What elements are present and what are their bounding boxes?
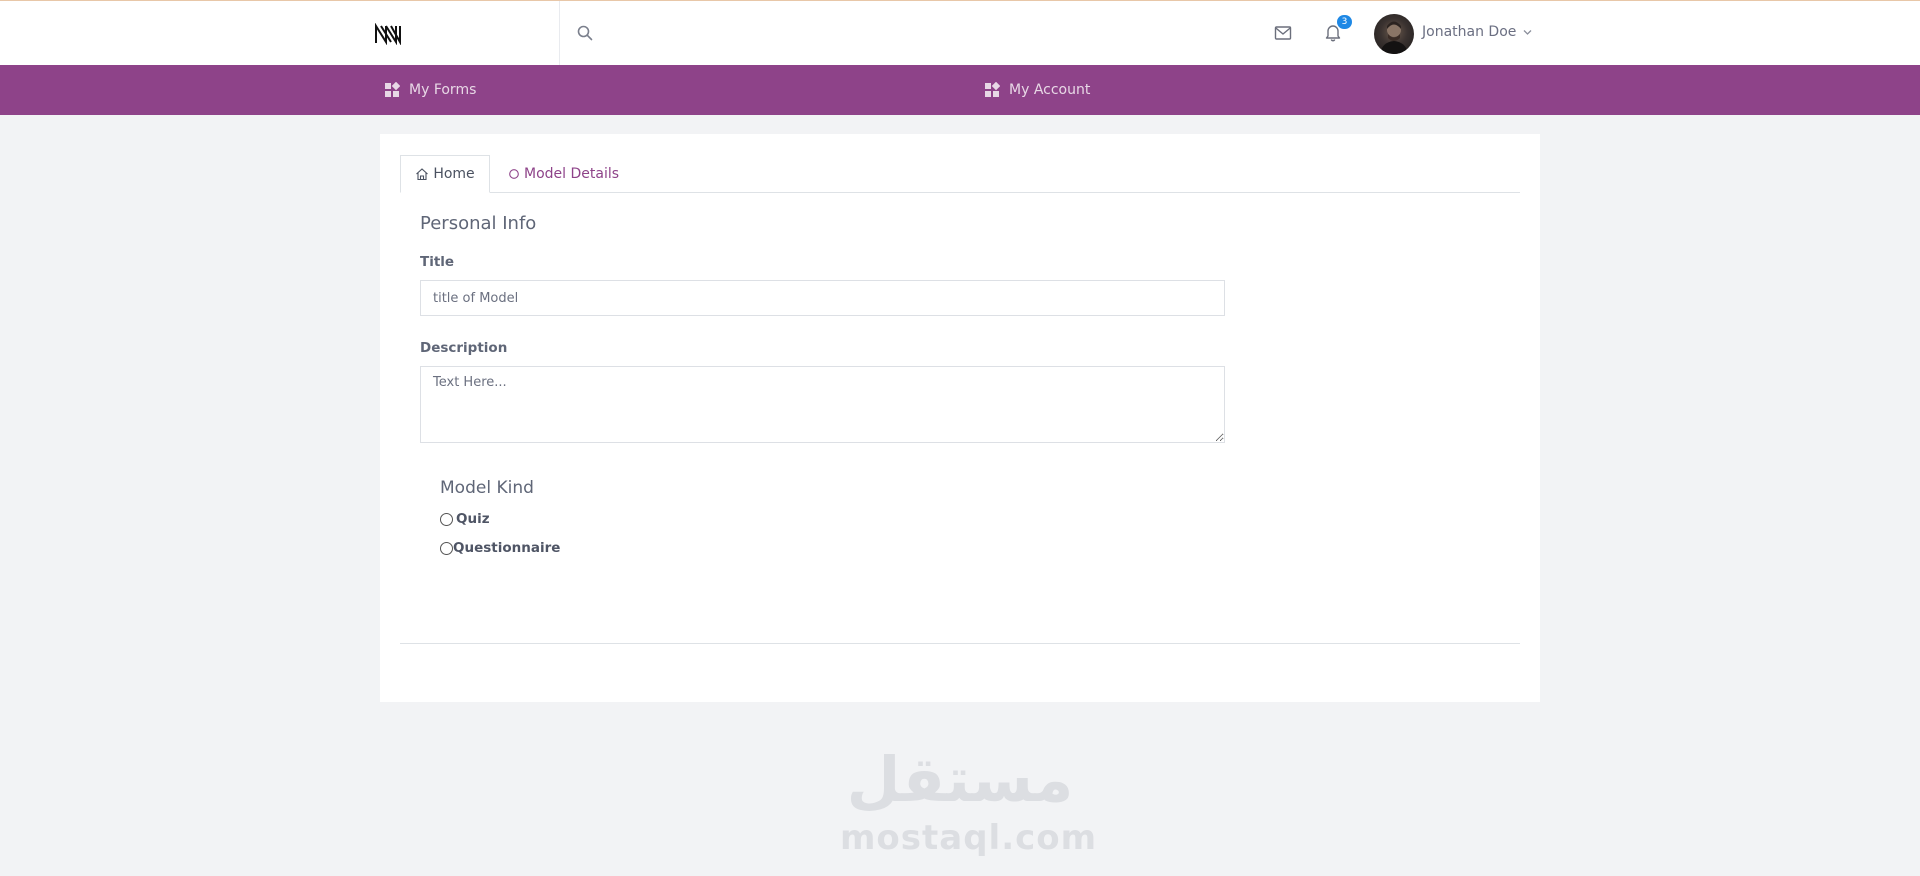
nav-item-label: My Account xyxy=(1009,82,1091,98)
nav-item-my-account[interactable]: My Account xyxy=(984,80,1090,100)
circle-icon xyxy=(509,169,519,179)
nav-item-label: My Forms xyxy=(409,82,477,98)
nav-item-my-forms[interactable]: My Forms xyxy=(384,80,476,100)
user-name[interactable]: Jonathan Doe xyxy=(1422,24,1516,40)
title-input[interactable] xyxy=(420,280,1225,316)
watermark-logo: مستقل xyxy=(846,743,1074,816)
radio-label: Questionnaire xyxy=(453,540,561,556)
section-title: Personal Info xyxy=(420,213,537,234)
main-nav: My Forms My Account xyxy=(0,65,1920,115)
kind-option-quiz[interactable]: Quiz xyxy=(440,511,490,527)
kind-option-questionnaire[interactable]: Questionnaire xyxy=(440,540,560,556)
mail-icon[interactable] xyxy=(1274,25,1292,41)
model-kind-title: Model Kind xyxy=(440,478,534,498)
title-label: Title xyxy=(420,254,455,270)
logo-icon[interactable] xyxy=(374,23,402,45)
header-divider xyxy=(559,1,560,65)
form-card: Home Model Details Personal Info Title D… xyxy=(380,134,1540,702)
tab-home[interactable]: Home xyxy=(400,155,490,193)
tab-model-details[interactable]: Model Details xyxy=(508,155,619,193)
tab-label: Model Details xyxy=(524,166,620,182)
card-footer-divider xyxy=(400,643,1520,644)
radio-button[interactable] xyxy=(440,512,453,526)
home-icon xyxy=(416,168,429,181)
dashboard-icon xyxy=(985,82,1000,97)
search-icon[interactable] xyxy=(576,24,594,42)
radio-label: Quiz xyxy=(456,511,490,527)
tab-label: Home xyxy=(433,166,475,182)
watermark-text: mostaql.com xyxy=(840,818,1098,858)
avatar[interactable] xyxy=(1374,14,1414,54)
dashboard-icon xyxy=(385,82,400,97)
description-textarea[interactable] xyxy=(420,366,1225,443)
description-label: Description xyxy=(420,340,508,356)
notification-badge: 3 xyxy=(1337,15,1352,29)
chevron-down-icon[interactable] xyxy=(1523,29,1532,36)
radio-button[interactable] xyxy=(440,541,453,555)
top-header: 3 Jonathan Doe xyxy=(0,0,1920,65)
